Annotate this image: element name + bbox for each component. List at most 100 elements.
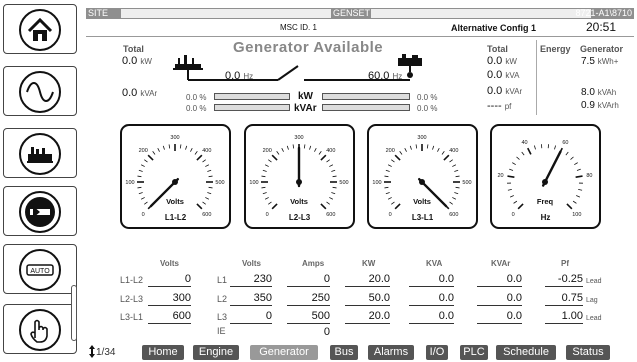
right-kva-value: 0.0 kVA	[487, 69, 520, 81]
gauge-unit-label: Freq	[537, 197, 554, 206]
cell-kw: 20.0	[345, 310, 390, 324]
gauge-tick-label: 80	[586, 173, 592, 179]
cell-kva: 0.0	[409, 310, 454, 324]
gauge-minor-tick	[281, 147, 284, 152]
gauge-minor-tick	[268, 159, 272, 163]
gauge-dial: 0100200300400500600Volts	[372, 135, 471, 218]
gauge-unit-label: Volts	[166, 197, 184, 206]
nav-plc[interactable]: PLC	[460, 345, 488, 360]
manual-button[interactable]	[3, 304, 77, 354]
left-total-label: Total	[123, 44, 144, 54]
gauge-tick-label: 40	[522, 140, 528, 146]
gauge-minor-tick	[208, 175, 213, 178]
gauge-minor-tick	[452, 197, 457, 200]
gauge-name: L2-L3	[288, 213, 311, 222]
gauge-name: L1-L2	[164, 213, 187, 222]
nav-engine[interactable]: Engine	[193, 345, 239, 360]
right-kw-bar	[322, 93, 410, 100]
serial-number: 8721-A1\8710	[575, 8, 632, 18]
cell-kvar: 0.0	[477, 273, 522, 287]
right-kvar-value: 0.0 kVAr	[487, 85, 523, 97]
nav-home[interactable]: Home	[142, 345, 184, 360]
stop-icon	[19, 191, 61, 233]
page-updown-icon[interactable]	[88, 344, 96, 359]
gauge-major-tick	[443, 154, 450, 161]
gauge-minor-tick	[144, 201, 148, 205]
pf-unit: Lag	[586, 297, 598, 304]
gauge-minor-tick	[179, 144, 182, 149]
gauge-minor-tick	[292, 144, 295, 149]
nav-alarms[interactable]: Alarms	[368, 345, 414, 360]
gauge-tick-label: 300	[170, 135, 179, 141]
gauge-minor-tick	[576, 168, 581, 171]
gauge-tick-label: 200	[263, 148, 272, 154]
gauge-dial: 0100200300400500600Volts	[125, 135, 224, 218]
gauge-tick-label: 100	[249, 180, 258, 186]
gauge-minor-tick	[455, 175, 460, 178]
nav-generator[interactable]: Generator	[250, 345, 318, 360]
gauge-minor-tick	[578, 189, 583, 191]
col-header-amps: Amps	[302, 259, 325, 268]
gauge-minor-tick	[205, 197, 210, 200]
gauge-minor-tick	[326, 159, 330, 163]
energy-divider	[536, 40, 537, 115]
gauge-minor-tick	[329, 197, 334, 200]
stop-button[interactable]	[3, 186, 77, 236]
cell-kw: 50.0	[345, 292, 390, 306]
gauge-tick-label: 500	[462, 180, 471, 186]
col-header-kvar: KVAr	[491, 259, 511, 268]
cell-kva: 0.0	[409, 292, 454, 306]
left-kvar-pct: 0.0 %	[186, 104, 207, 113]
generator-button[interactable]	[3, 128, 77, 178]
gauge-tick-label: 400	[449, 148, 458, 154]
cell-pf: -0.25	[545, 273, 583, 287]
gauge-tick-label: 300	[417, 135, 426, 141]
gauge-minor-tick	[452, 164, 457, 167]
gauge-major-tick	[320, 154, 327, 161]
gauge-minor-tick	[207, 169, 212, 172]
gauge-minor-tick	[415, 144, 418, 149]
gauge-frequency: 0 20 40 60 80 100 Freq Hz	[490, 124, 601, 229]
home-button[interactable]	[3, 4, 77, 54]
gauge-minor-tick	[509, 195, 514, 198]
auto-button[interactable]: AUTO	[3, 244, 77, 294]
gauge-minor-tick	[554, 145, 556, 150]
row-label: L3	[217, 312, 228, 322]
gauge-minor-tick	[140, 197, 145, 200]
gauge-minor-tick	[454, 169, 459, 172]
gauge-minor-tick	[137, 186, 142, 189]
clock: 20:51	[586, 20, 617, 34]
row-label: IE	[217, 326, 226, 336]
gauge-major-tick	[196, 203, 203, 210]
gauge-minor-tick	[264, 164, 269, 167]
mains-button[interactable]	[3, 66, 77, 116]
gauge-minor-tick	[391, 159, 395, 163]
scrollbar[interactable]	[71, 285, 77, 341]
gauge-major-tick	[394, 203, 401, 210]
gauge-minor-tick	[409, 145, 412, 150]
gauge-minor-tick	[426, 144, 429, 149]
right-kw-pct: 0.0 %	[417, 93, 438, 102]
gauge-minor-tick	[331, 192, 336, 195]
nav-schedule[interactable]: Schedule	[496, 345, 556, 360]
gauge-tick-label: 100	[372, 180, 381, 186]
gauge-minor-tick	[513, 200, 518, 204]
gauge-minor-tick	[576, 195, 581, 198]
gauge-minor-tick	[264, 197, 269, 200]
gauge-minor-tick	[303, 144, 306, 149]
right-kvar-bar	[322, 104, 410, 111]
cell-kvar: 0.0	[477, 310, 522, 324]
gauge-tick-label: 500	[339, 180, 348, 186]
gauge-major-tick	[527, 147, 532, 155]
gauge-minor-tick	[387, 197, 392, 200]
auto-icon: AUTO	[19, 249, 61, 291]
site-label: SITE	[88, 8, 109, 18]
gauge-major-tick	[271, 203, 278, 210]
gauge-minor-tick	[384, 186, 389, 189]
nav-status[interactable]: Status	[566, 345, 610, 360]
nav-bus[interactable]: Bus	[330, 345, 358, 360]
right-kw-value: 0.0 kW	[487, 55, 517, 67]
pf-unit: Lead	[586, 315, 602, 322]
gauge-minor-tick	[262, 192, 267, 195]
nav-io[interactable]: I/O	[426, 345, 448, 360]
